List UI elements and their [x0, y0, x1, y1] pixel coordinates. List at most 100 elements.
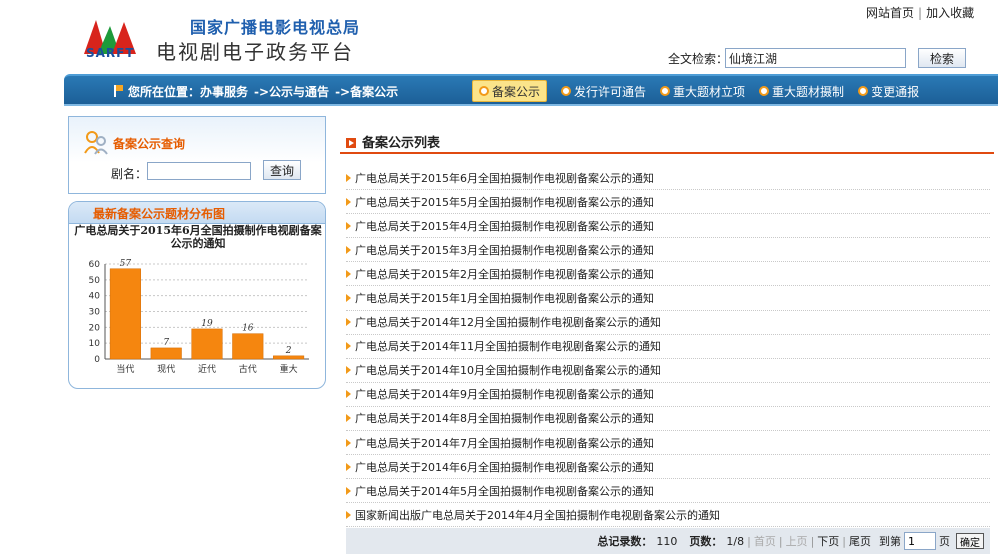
list-item-title: 广电总局关于2014年7月全国拍摄制作电视剧备案公示的通知 [355, 436, 654, 450]
data-label: 19 [201, 319, 213, 329]
chart-panel: 最新备案公示题材分布图 广电总局关于2015年6月全国拍摄制作电视剧备案公示的通… [68, 201, 326, 389]
top-links: 网站首页 | 加入收藏 [866, 4, 974, 21]
data-label: 2 [285, 346, 292, 356]
bar-chart: 0 10 20 30 40 50 60 57 当代 7 现代 19 近代 16 古代 2 重大 [89, 259, 309, 375]
circle-icon [479, 86, 489, 96]
list-item-title: 广电总局关于2015年2月全国拍摄制作电视剧备案公示的通知 [355, 267, 654, 281]
list-item[interactable]: 广电总局关于2014年11月全国拍摄制作电视剧备案公示的通知 [346, 335, 990, 359]
arrow-right-icon [346, 462, 351, 471]
data-label: 7 [163, 338, 169, 348]
chart-title: 广电总局关于2015年6月全国拍摄制作电视剧备案公示的通知 [74, 224, 322, 250]
tab-release-license[interactable]: 发行许可通告 [561, 80, 646, 102]
tab-major-production[interactable]: 重大题材摄制 [759, 80, 844, 102]
circle-icon [759, 86, 770, 96]
list-item[interactable]: 广电总局关于2015年3月全国拍摄制作电视剧备案公示的通知 [346, 238, 990, 263]
list-item[interactable]: 广电总局关于2015年1月全国拍摄制作电视剧备案公示的通知 [346, 286, 990, 311]
x-tick-label: 现代 [157, 364, 175, 375]
list-title-text: 备案公示列表 [362, 136, 441, 151]
circle-icon [660, 86, 671, 96]
list-item[interactable]: 国家新闻出版广电总局关于2014年4月全国拍摄制作电视剧备案公示的通知 [346, 503, 990, 528]
search-label: 全文检索： [668, 52, 729, 66]
y-tick-label: 30 [89, 308, 101, 318]
breadcrumb: 您所在位置：办事服务 ->公示与通告 ->备案公示 [114, 83, 404, 100]
search-button[interactable]: 检索 [918, 48, 966, 68]
search-input[interactable] [725, 48, 906, 68]
list-item-title: 广电总局关于2015年5月全国拍摄制作电视剧备案公示的通知 [355, 195, 654, 209]
list-item[interactable]: 广电总局关于2015年6月全国拍摄制作电视剧备案公示的通知 [346, 166, 990, 191]
total-records-value: 110 [656, 534, 678, 548]
circle-icon [858, 86, 869, 96]
add-favorite-link[interactable]: 加入收藏 [926, 6, 974, 20]
list-item[interactable]: 广电总局关于2014年12月全国拍摄制作电视剧备案公示的通知 [346, 311, 990, 335]
list-item[interactable]: 广电总局关于2015年2月全国拍摄制作电视剧备案公示的通知 [346, 262, 990, 287]
tab-major-project[interactable]: 重大题材立项 [660, 80, 745, 102]
pager-separator: | [747, 534, 751, 548]
play-icon [346, 138, 356, 148]
list-item-title: 广电总局关于2014年11月全国拍摄制作电视剧备案公示的通知 [355, 340, 661, 354]
data-label: 16 [242, 324, 254, 334]
last-page-link[interactable]: 尾页 [849, 533, 871, 549]
arrow-right-icon [346, 318, 351, 327]
first-page-link[interactable]: 首页 [754, 533, 776, 549]
nav-bar: 您所在位置：办事服务 ->公示与通告 ->备案公示 备案公示 发行许可通告 重大题材… [64, 74, 998, 106]
tab-label: 重大题材立项 [673, 84, 746, 99]
y-tick-label: 0 [94, 355, 100, 365]
list-item[interactable]: 广电总局关于2014年5月全国拍摄制作电视剧备案公示的通知 [346, 479, 990, 504]
tab-label: 变更通报 [871, 84, 920, 99]
arrow-right-icon [346, 342, 351, 351]
arrow-right-icon [346, 294, 351, 303]
list-item[interactable]: 广电总局关于2014年7月全国拍摄制作电视剧备案公示的通知 [346, 431, 990, 456]
chart-bar [109, 268, 141, 360]
breadcrumb-item-notice[interactable]: ->公示与通告 [254, 85, 329, 99]
prev-page-link[interactable]: 上页 [786, 533, 808, 549]
chart-bar [273, 355, 305, 360]
drama-name-input[interactable] [147, 162, 251, 180]
list-item-title: 广电总局关于2014年9月全国拍摄制作电视剧备案公示的通知 [355, 388, 654, 402]
pagination-bar: 总记录数：110 页数：1/8 |首页 |上页 |下页 |尾页 到第 页 确定 [346, 528, 990, 554]
list-item-title: 广电总局关于2014年10月全国拍摄制作电视剧备案公示的通知 [355, 364, 661, 378]
x-tick-label: 近代 [198, 363, 216, 375]
x-tick-label: 古代 [239, 363, 257, 375]
arrow-right-icon [346, 221, 351, 230]
list-item-title: 广电总局关于2014年12月全国拍摄制作电视剧备案公示的通知 [355, 316, 661, 330]
list-item-title: 广电总局关于2015年6月全国拍摄制作电视剧备案公示的通知 [355, 171, 654, 185]
chart-panel-title: 最新备案公示题材分布图 [93, 207, 226, 221]
query-panel: 备案公示查询 剧名： 查询 [68, 116, 326, 194]
goto-page-input[interactable] [904, 532, 936, 550]
org-name: 国家广播电影电视总局 [190, 18, 361, 37]
pager-separator: | [810, 534, 815, 548]
arrow-right-icon [346, 486, 351, 495]
list-item-title: 广电总局关于2014年6月全国拍摄制作电视剧备案公示的通知 [355, 460, 654, 474]
tab-label: 发行许可通告 [574, 84, 647, 99]
tab-filing-notice[interactable]: 备案公示 [472, 80, 548, 102]
page-count-value: 1/8 [726, 534, 745, 548]
people-icon [84, 131, 108, 155]
query-button[interactable]: 查询 [263, 160, 301, 180]
chart-panel-header: 最新备案公示题材分布图 [69, 202, 325, 224]
list-item[interactable]: 广电总局关于2014年6月全国拍摄制作电视剧备案公示的通知 [346, 455, 990, 480]
arrow-right-icon [346, 173, 351, 182]
go-button[interactable]: 确定 [956, 533, 984, 549]
list-item-title: 广电总局关于2015年3月全国拍摄制作电视剧备案公示的通知 [355, 243, 654, 257]
arrow-right-icon [346, 510, 351, 519]
list-item[interactable]: 广电总局关于2015年4月全国拍摄制作电视剧备案公示的通知 [346, 214, 990, 239]
home-link[interactable]: 网站首页 [866, 6, 914, 20]
tab-change-report[interactable]: 变更通报 [858, 80, 919, 102]
logo-text: SARFT [86, 46, 135, 60]
list-item[interactable]: 广电总局关于2014年10月全国拍摄制作电视剧备案公示的通知 [346, 359, 990, 383]
breadcrumb-item-filing[interactable]: ->备案公示 [335, 85, 398, 99]
flag-icon [114, 85, 123, 97]
drama-name-label: 剧名： [111, 167, 148, 181]
breadcrumb-item-service[interactable]: 您所在位置：办事服务 [128, 85, 248, 99]
goto-label: 到第 [879, 535, 901, 548]
notice-list: 广电总局关于2015年6月全国拍摄制作电视剧备案公示的通知 广电总局关于2015… [346, 166, 990, 528]
list-item[interactable]: 广电总局关于2014年8月全国拍摄制作电视剧备案公示的通知 [346, 407, 990, 432]
x-tick-label: 重大 [280, 363, 298, 375]
y-tick-label: 40 [89, 292, 101, 302]
next-page-link[interactable]: 下页 [817, 533, 839, 549]
link-separator: | [918, 6, 923, 20]
list-item[interactable]: 广电总局关于2014年9月全国拍摄制作电视剧备案公示的通知 [346, 383, 990, 407]
list-item[interactable]: 广电总局关于2015年5月全国拍摄制作电视剧备案公示的通知 [346, 190, 990, 215]
page-count-label: 页数： [689, 535, 723, 548]
tab-label: 备案公示 [492, 84, 541, 99]
